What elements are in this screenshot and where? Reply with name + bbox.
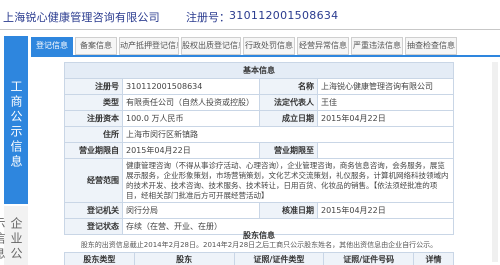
column-header: 详情 (413, 252, 454, 265)
field-label: 经营范围 (64, 158, 123, 203)
field-label: 注册号 (64, 78, 123, 95)
approval-date-value: 2015年04月22日 (317, 202, 454, 219)
scrollbar[interactable] (492, 62, 498, 262)
reg-number: 310112001508634 (229, 9, 339, 22)
type-value: 有限责任公司（自然人投资或控股） (122, 94, 260, 111)
scope-value: 健康管理咨询（不得从事诊疗活动、心理咨询），企业管理咨询，商务信息咨询，会务服务… (122, 158, 454, 203)
page-header: 上海锐心健康管理咨询有限公司 注册号： 310112001508634 (0, 0, 500, 30)
field-label: 住所 (64, 126, 123, 143)
tab-inspection[interactable]: 抽查检查信息 (405, 37, 457, 55)
sidebar-item-qiye[interactable]: 企业公示信息 (0, 206, 28, 265)
field-label: 登记机关 (64, 202, 123, 219)
sidebar-item-gongshang[interactable]: 工商公示信息 (4, 36, 28, 204)
shareholder-table-header: 股东类型 股东 证照/证件类型 证照/证件号码 详情 (64, 252, 454, 265)
address-value: 上海市闵行区新镇路 (122, 126, 454, 143)
field-label: 成立日期 (259, 110, 318, 127)
tab-abnormal[interactable]: 经营异常信息 (297, 37, 349, 55)
field-label: 核准日期 (259, 202, 318, 219)
sidebar-item-label: 工商公示信息 (9, 80, 23, 170)
column-header: 股东 (133, 252, 235, 265)
field-label: 营业期限自 (64, 142, 123, 159)
field-label: 法定代表人 (259, 94, 318, 111)
shareholder-section: 股东信息 股东的出资信息截止2014年2月28日。2014年2月28日之后工商只… (64, 230, 454, 265)
tab-chattel-mortgage[interactable]: 动产抵押登记信息 (119, 37, 179, 55)
reg-number-label: 注册号： (186, 11, 230, 24)
company-name: 上海锐心健康管理咨询有限公司 (3, 11, 160, 24)
tab-bar: 登记信息 备案信息 动产抵押登记信息 股权出质登记信息 行政处罚信息 经营异常信… (31, 37, 500, 55)
section-title: 股东信息 (243, 231, 275, 240)
tab-underline (31, 55, 500, 57)
column-header: 股东类型 (64, 252, 135, 265)
sidebar: 工商公示信息 企业公示信息 (0, 30, 30, 265)
term-from-value: 2015年04月22日 (122, 142, 260, 159)
field-label: 名称 (259, 78, 318, 95)
tab-registration[interactable]: 登记信息 (31, 37, 73, 55)
field-label: 注册资本 (64, 110, 123, 127)
sidebar-item-label: 企业公示信息 (0, 217, 23, 262)
reg-no-value: 310112001508634 (122, 78, 260, 95)
name-value: 上海锐心健康管理咨询有限公司 (317, 78, 454, 95)
column-header: 证照/证件号码 (323, 252, 415, 265)
column-header: 证照/证件类型 (233, 252, 325, 265)
capital-value: 100.0 万人民币 (122, 110, 260, 127)
tab-equity-pledge[interactable]: 股权出质登记信息 (181, 37, 241, 55)
field-label: 类型 (64, 94, 123, 111)
section-description: 股东的出资信息截止2014年2月28日。2014年2月28日之后工商只公示股东姓… (80, 241, 438, 249)
term-to-value (317, 142, 454, 159)
authority-value: 闵行分局 (122, 202, 260, 219)
legal-rep-value: 王佳 (317, 94, 454, 111)
basic-info-table: 基本信息 注册号 310112001508634 名称 上海锐心健康管理咨询有限… (64, 62, 454, 235)
tab-violation[interactable]: 严重违法信息 (351, 37, 403, 55)
field-label: 营业期限至 (259, 142, 318, 159)
table-title: 基本信息 (64, 62, 454, 79)
tab-filing[interactable]: 备案信息 (75, 37, 117, 55)
established-value: 2015年04月22日 (317, 110, 454, 127)
header-divider (0, 29, 500, 30)
tab-penalty[interactable]: 行政处罚信息 (243, 37, 295, 55)
